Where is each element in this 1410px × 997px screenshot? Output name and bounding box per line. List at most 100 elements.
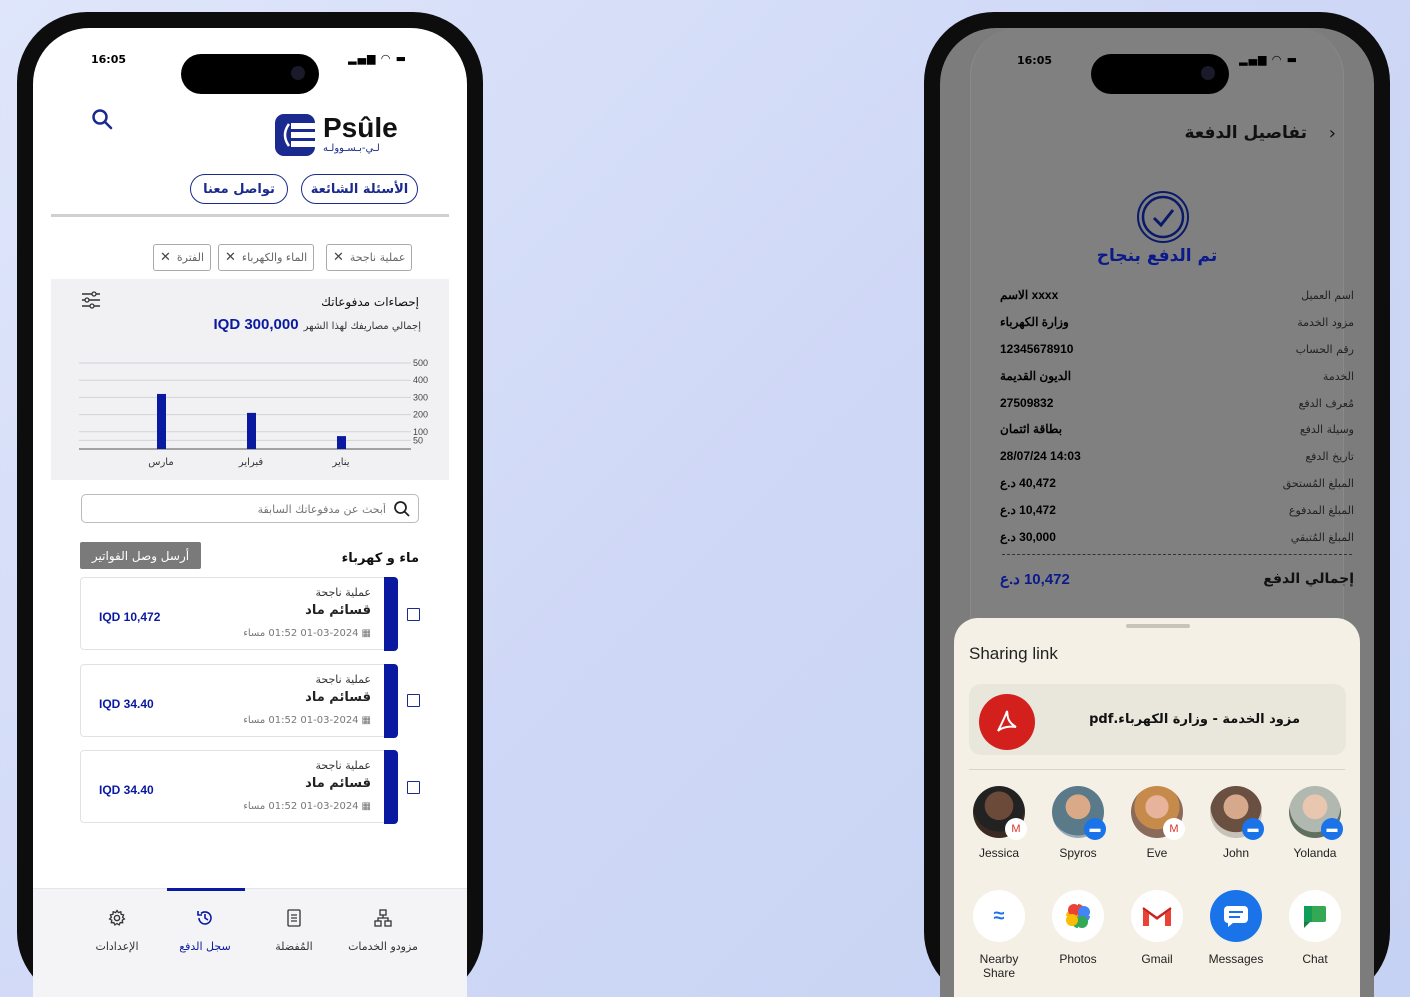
history-icon [165,909,245,932]
payment-checkbox[interactable] [407,608,420,621]
detail-row: وسيلة الدفع بطاقة ائتمان [1000,418,1354,440]
payment-card[interactable]: IQD 34.40 عملية ناجحة قسائم ماد ▦ 01-03-2… [80,664,398,738]
nav-item-providers[interactable]: مزودو الخدمات [343,909,423,953]
detail-label: مُعرف الدفع [1298,396,1354,410]
close-icon[interactable]: ✕ [225,250,236,265]
y-tick-label: 200 [413,410,428,420]
total-value: 10,472 د.ع [1000,571,1070,588]
detail-value: الديون القديمة [1000,369,1072,383]
filter-chip-status[interactable]: عملية ناجحة ✕ [326,244,413,271]
file-name: مزود الخدمة - وزارة الكهرباء.pdf [1089,712,1300,727]
app-messages[interactable]: Messages [1201,890,1271,966]
send-invoices-button[interactable]: أرسل وصل الفواتير [80,542,201,569]
contact-button[interactable]: تواصل معنا [190,174,288,204]
detail-label: تاريخ الدفع [1305,449,1354,463]
app-label: Photos [1059,952,1097,966]
sheet-title: Sharing link [969,644,1058,663]
payment-date-row: ▦ 01-03-2024 01:52 مساء [243,628,371,639]
app-chat[interactable]: Chat [1280,890,1350,966]
section-title: ماء و كهرباء [341,551,419,566]
calendar-icon: ▦ [361,801,371,812]
payment-status: عملية ناجحة [315,673,372,686]
left-phone: 16:05 ▂▄▆ ◠ ▬ Psûle لـي-بـسـوولـه الأسئل… [17,12,483,997]
payment-name: قسائم ماد [305,603,371,618]
payment-card[interactable]: IQD 10,472 عملية ناجحة قسائم ماد ▦ 01-03-… [80,577,398,651]
avatar: M [1131,786,1185,840]
detail-label: اسم العميل [1301,288,1354,302]
avatar: ▬ [1289,786,1343,840]
contact-item[interactable]: ▬ John [1201,786,1271,860]
detail-row: المبلغ المُتبقي 30,000 د.ع [1000,526,1354,548]
app-gmail[interactable]: Gmail [1122,890,1192,966]
payment-date: 01-03-2024 01:52 مساء [243,628,359,639]
search-field[interactable] [81,494,419,523]
page-title: تفاصيل الدفعة [1184,123,1307,143]
search-input[interactable] [96,499,386,519]
total-label: إجمالي الدفع [1263,571,1354,587]
filter-chip-label: الماء والكهرباء [241,251,308,264]
sheet-handle[interactable] [1126,624,1190,628]
y-tick-label: 400 [413,375,428,385]
filter-chip-period[interactable]: الفترة ✕ [153,244,212,271]
nearby-share-icon: ≈ [973,890,1025,942]
contact-name: Jessica [978,846,1019,860]
card-accent [384,577,398,651]
close-icon[interactable]: ✕ [160,250,171,265]
filter-chip-category[interactable]: الماء والكهرباء ✕ [218,244,315,271]
calendar-icon: ▦ [361,628,371,639]
app-label: Chat [1302,952,1328,966]
sheet-divider [969,769,1345,770]
document-icon [254,909,334,932]
y-tick-label: 50 [413,435,423,445]
payment-checkbox[interactable] [407,781,420,794]
payment-checkbox[interactable] [407,694,420,707]
avatar: ▬ [1052,786,1106,840]
contact-item[interactable]: ▬ Yolanda [1280,786,1350,860]
messages-badge-icon: ▬ [1321,818,1343,840]
search-icon [393,500,411,522]
detail-value: 12345678910 [1000,342,1074,356]
payment-date: 01-03-2024 01:52 مساء [243,715,359,726]
contact-item[interactable]: ▬ Spyros [1043,786,1113,860]
detail-row: اسم العميل xxxx الاسم [1000,284,1354,306]
payment-amount: IQD 10,472 [99,610,161,624]
detail-label: وسيلة الدفع [1299,422,1354,436]
success-message: تم الدفع بنجاح [1096,246,1218,266]
stats-panel: إحصاءات مدفوعاتك إجمالي مصاريفك لهذا الش… [51,279,449,480]
payment-card[interactable]: IQD 34.40 عملية ناجحة قسائم ماد ▦ 01-03-2… [80,750,398,824]
x-tick-label: فبراير [238,457,264,468]
detail-row: المبلغ المُستحق 40,472 د.ع [1000,472,1354,494]
brand-tagline: لـي-بـسـوولـه [323,143,380,154]
detail-value: وزارة الكهرباء [1000,315,1069,329]
contact-item[interactable]: M Eve [1122,786,1192,860]
detail-value: بطاقة ائتمان [1000,422,1063,436]
success-check-icon [1136,190,1190,248]
avatar: ▬ [1210,786,1264,840]
contact-item[interactable]: M Jessica [964,786,1034,860]
card-accent [384,750,398,824]
filter-chip-label: عملية ناجحة [349,251,406,264]
detail-row: رقم الحساب 12345678910 [1000,338,1354,360]
file-preview[interactable]: مزود الخدمة - وزارة الكهرباء.pdf [969,684,1346,755]
app-photos[interactable]: Photos [1043,890,1113,966]
app-nearby-share[interactable]: ≈ Nearby Share [964,890,1034,980]
detail-value: 40,472 د.ع [1000,476,1056,490]
nav-item-history[interactable]: سجل الدفع [165,909,245,953]
faq-button[interactable]: الأسئلة الشائعة [301,174,418,204]
chevron-right-icon[interactable]: › [1329,123,1336,144]
x-tick-label: يناير [331,457,349,468]
bottom-nav: مزودو الخدمات المُفضلة سجل الدفع الإعداد… [33,888,467,997]
search-icon[interactable] [91,108,113,134]
nav-item-favorites[interactable]: المُفضلة [254,909,334,953]
chat-icon [1289,890,1341,942]
app-label: Gmail [1141,952,1173,966]
detail-label: المبلغ المدفوع [1288,503,1354,517]
payment-status: عملية ناجحة [315,586,372,599]
detail-label: رقم الحساب [1295,342,1354,356]
close-icon[interactable]: ✕ [333,250,344,265]
app-label: Nearby Share [979,952,1019,980]
chart-bar [157,393,166,449]
filter-settings-icon[interactable] [81,291,101,313]
nav-item-settings[interactable]: الإعدادات [77,909,157,953]
filter-chip-label: الفترة [176,251,205,264]
